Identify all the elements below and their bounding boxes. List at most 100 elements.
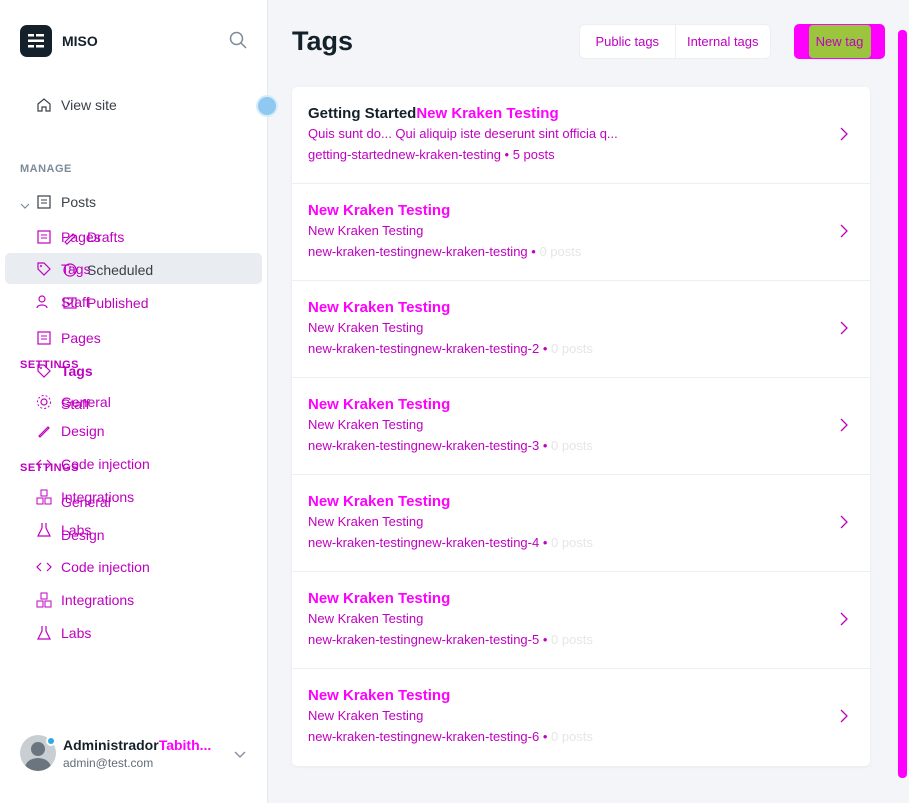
sidebar-item-published-label: Published <box>87 295 149 311</box>
chevron-right-icon <box>838 319 850 342</box>
sidebar-item-integrations[interactable]: Integrations <box>36 590 134 610</box>
sidebar-item-drafts-label: Drafts <box>87 229 125 245</box>
tag-description: New Kraken Testing <box>308 514 424 529</box>
sidebar-item-pages-label: Pages <box>61 330 101 346</box>
chevron-right-icon <box>838 707 850 730</box>
chevron-down-icon[interactable] <box>233 748 247 766</box>
tag-row[interactable]: New Kraken Testing New Kraken Testing new-… <box>292 572 870 669</box>
tag-title: Getting StartedNew Kraken Testing <box>308 105 559 122</box>
tag-type-toggle: Public tags Internal tags <box>580 25 770 58</box>
sidebar-item-design-2-label: Design <box>61 527 105 543</box>
tag-icon <box>36 261 52 277</box>
notification-dot <box>256 95 278 117</box>
tag-description: New Kraken Testing <box>308 708 424 723</box>
tag-slug: new-kraken-testingnew-kraken-testing • 0… <box>308 244 582 259</box>
chevron-down-icon[interactable] <box>19 199 31 217</box>
chevron-right-icon <box>838 416 850 439</box>
search-icon[interactable] <box>229 31 247 49</box>
sidebar-item-staff[interactable]: Staff <box>61 394 90 414</box>
integrations-icon <box>36 592 52 608</box>
flask-icon <box>36 522 52 538</box>
tag-row[interactable]: New Kraken Testing New Kraken Testing new-… <box>292 669 870 766</box>
chevron-right-icon <box>838 610 850 633</box>
sidebar-item-design-2[interactable]: Design <box>61 525 105 545</box>
flask-icon <box>36 625 52 641</box>
sidebar: MISO View site MANAGE Posts Pages Drafts… <box>0 0 278 803</box>
tag-title-overlay: New Kraken Testing <box>416 105 559 122</box>
user-email: admin@test.com <box>63 755 154 770</box>
tag-slug: new-kraken-testingnew-kraken-testing-2 •… <box>308 341 593 356</box>
tag-slug: new-kraken-testingnew-kraken-testing-4 •… <box>308 535 593 550</box>
brush-icon <box>36 423 52 439</box>
chevron-right-icon <box>838 513 850 536</box>
tag-icon <box>36 363 52 379</box>
sidebar-item-code-injection-label: Code injection <box>61 559 150 575</box>
tag-title: New Kraken Testing <box>308 687 450 704</box>
tag-post-count: 0 posts <box>551 632 593 647</box>
tag-description: New Kraken Testing <box>308 417 424 432</box>
clock-icon <box>62 262 78 278</box>
page-title: Tags <box>292 26 354 56</box>
tag-post-count: 0 posts <box>551 341 593 356</box>
tag-post-count: 0 posts <box>539 244 582 259</box>
tag-row[interactable]: New Kraken Testing New Kraken Testing new-… <box>292 475 870 572</box>
sidebar-item-design[interactable]: Design <box>36 421 105 441</box>
tag-title-overlay: New Kraken Testing <box>308 202 451 219</box>
sidebar-item-drafts[interactable]: Drafts <box>62 227 124 247</box>
posts-icon <box>36 194 52 210</box>
sidebar-item-posts[interactable]: Posts <box>36 192 96 212</box>
tag-slug-text: getting-startednew-kraken-testing <box>308 147 501 162</box>
pages-icon <box>36 330 52 346</box>
tag-title: New Kraken Testing <box>308 202 450 219</box>
user-name-overlay: Tabith... <box>158 736 212 753</box>
code-icon <box>36 559 52 575</box>
tag-post-count: 0 posts <box>551 535 593 550</box>
avatar-badge <box>46 736 56 746</box>
sidebar-item-general[interactable]: General <box>61 492 111 512</box>
sidebar-item-scheduled[interactable]: Scheduled <box>62 260 153 280</box>
view-site-link[interactable]: View site <box>36 95 117 115</box>
tag-title: New Kraken Testing <box>308 590 450 607</box>
staff-icon <box>36 294 52 310</box>
drafts-icon <box>62 229 78 245</box>
brand[interactable]: MISO <box>20 25 98 57</box>
internal-tags-tab[interactable]: Internal tags <box>676 25 771 58</box>
tag-title-overlay: New Kraken Testing <box>308 396 451 413</box>
tag-post-count: 0 posts <box>551 438 593 453</box>
sidebar-item-staff-label: Staff <box>61 396 90 412</box>
tag-slug-text: new-kraken-testingnew-kraken-testing-4 <box>308 535 540 550</box>
tag-title-overlay: New Kraken Testing <box>308 590 451 607</box>
tag-description: New Kraken Testing <box>308 611 424 626</box>
tag-post-count: 5 posts <box>512 147 555 162</box>
brand-logo <box>20 25 52 57</box>
pages-icon <box>36 229 52 245</box>
tag-row[interactable]: New Kraken Testing New Kraken Testing new-… <box>292 378 870 475</box>
tag-slug-text: new-kraken-testingnew-kraken-testing-6 <box>308 729 540 744</box>
sidebar-item-published[interactable]: Published <box>62 293 149 313</box>
tag-row[interactable]: New Kraken Testing New Kraken Testing new-… <box>292 184 870 281</box>
brand-name: MISO <box>62 33 98 49</box>
sidebar-item-tags[interactable]: Tags <box>36 361 93 381</box>
home-icon <box>36 97 52 113</box>
sidebar-item-code-injection[interactable]: Code injection <box>36 557 150 577</box>
sidebar-item-general-label: General <box>61 494 111 510</box>
tags-list: Getting StartedNew Kraken Testing Quis su… <box>292 87 870 766</box>
tag-row[interactable]: Getting StartedNew Kraken Testing Quis su… <box>292 87 870 184</box>
scrollbar[interactable] <box>898 30 907 778</box>
tag-row[interactable]: New Kraken Testing New Kraken Testing new-… <box>292 281 870 378</box>
sidebar-item-tags-label: Tags <box>61 363 93 379</box>
tag-slug: new-kraken-testingnew-kraken-testing-5 •… <box>308 632 593 647</box>
gear-icon <box>36 394 52 410</box>
tag-description: New Kraken Testing <box>308 223 424 238</box>
tag-slug: new-kraken-testingnew-kraken-testing-3 •… <box>308 438 593 453</box>
chevron-right-icon <box>838 125 850 148</box>
tag-title: New Kraken Testing <box>308 396 450 413</box>
public-tags-tab[interactable]: Public tags <box>580 25 676 58</box>
sidebar-item-pages[interactable]: Pages <box>36 328 101 348</box>
new-tag-button[interactable]: New tag <box>794 24 885 59</box>
sidebar-item-design-label: Design <box>61 423 105 439</box>
manage-section-label: MANAGE <box>20 163 72 175</box>
user-menu[interactable]: AdministradorTabith... admin@test.com <box>20 735 211 771</box>
view-site-label: View site <box>61 97 117 113</box>
sidebar-item-labs[interactable]: Labs <box>36 623 91 643</box>
